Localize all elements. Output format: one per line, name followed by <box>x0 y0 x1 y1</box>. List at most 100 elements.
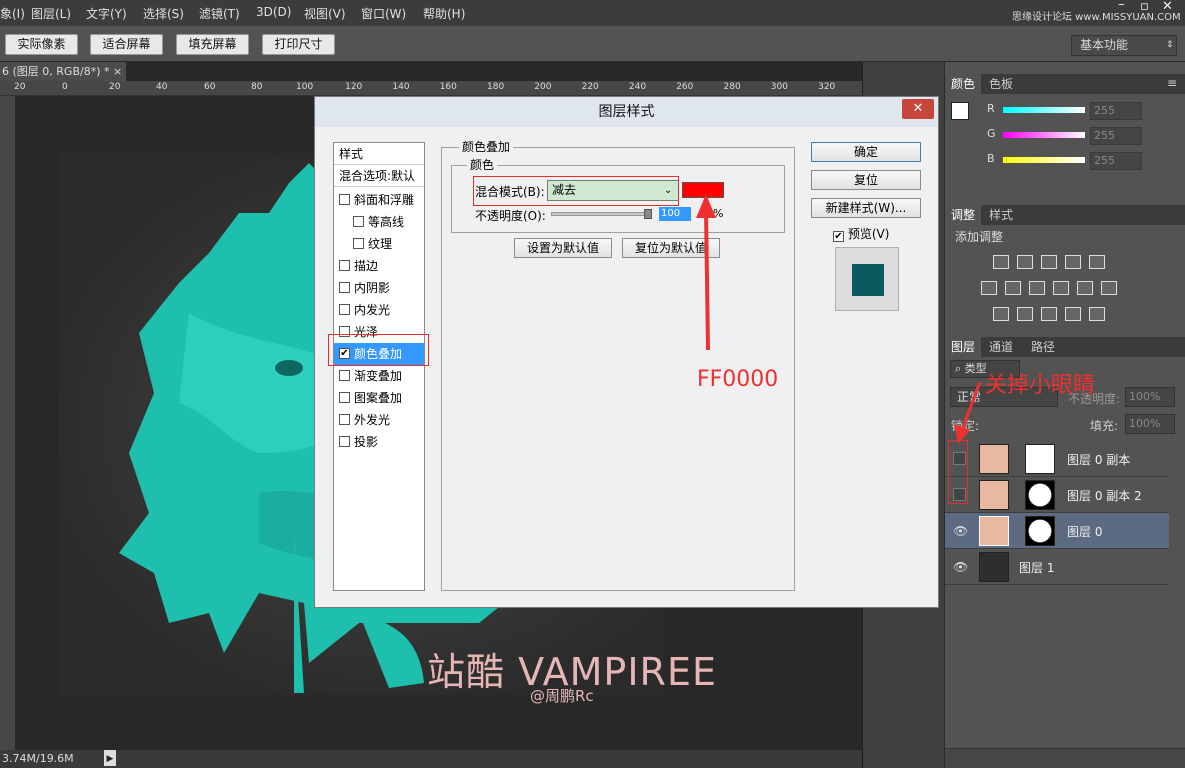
menu-window[interactable]: 窗口(W) <box>361 5 406 22</box>
ruler-tick-label: 200 <box>534 82 552 92</box>
layer-fill-input[interactable]: 100% <box>1125 414 1175 434</box>
adjust-panel-tabs: 调整 样式 <box>945 205 1185 225</box>
hue-saturation-icon[interactable] <box>981 281 997 295</box>
reset-button[interactable]: 复位 <box>811 170 921 190</box>
menu-image[interactable]: 象(I) <box>0 5 25 22</box>
opacity-slider[interactable] <box>551 209 652 219</box>
section-title: 颜色叠加 <box>459 138 514 155</box>
menu-select[interactable]: 选择(S) <box>143 5 184 22</box>
eye-icon[interactable]: 👁 <box>953 524 968 538</box>
options-bar: 实际像素 适合屏幕 填充屏幕 打印尺寸 <box>0 26 1185 62</box>
black-white-icon[interactable] <box>1029 281 1045 295</box>
style-item-bevel[interactable]: 斜面和浮雕 <box>334 189 424 211</box>
checkbox[interactable] <box>339 370 350 381</box>
brightness-icon[interactable] <box>993 255 1009 269</box>
blend-options-item[interactable]: 混合选项:默认 <box>334 165 424 187</box>
ruler-tick-label: 160 <box>439 82 457 92</box>
checkbox[interactable] <box>339 436 350 447</box>
style-item-pattern-overlay[interactable]: 图案叠加 <box>334 387 424 409</box>
document-tab[interactable]: 6 (图层 0, RGB/8*) * × <box>0 62 126 82</box>
artwork-author: @周鹏Rc <box>530 687 594 705</box>
style-item-drop-shadow[interactable]: 投影 <box>334 431 424 453</box>
checkbox-checked[interactable]: ✔ <box>833 231 844 242</box>
checkbox[interactable] <box>339 392 350 403</box>
checkbox[interactable] <box>339 282 350 293</box>
fit-screen-button[interactable]: 适合屏幕 <box>90 34 163 55</box>
menu-layer[interactable]: 图层(L) <box>31 5 71 22</box>
tab-channels[interactable]: 通道 <box>983 337 1019 357</box>
tab-adjustments[interactable]: 调整 <box>945 205 982 225</box>
threshold-icon[interactable] <box>1041 307 1057 321</box>
vibrance-icon[interactable] <box>1089 255 1105 269</box>
curves-icon[interactable] <box>1041 255 1057 269</box>
checkbox[interactable] <box>339 260 350 271</box>
layer-thumbnail <box>979 516 1009 546</box>
print-size-button[interactable]: 打印尺寸 <box>262 34 335 55</box>
style-item-inner-glow[interactable]: 内发光 <box>334 299 424 321</box>
tab-paths[interactable]: 路径 <box>1025 337 1061 357</box>
gradient-map-icon[interactable] <box>1089 307 1105 321</box>
layer-row[interactable]: 图层 0 副本 2 <box>945 477 1169 513</box>
menu-3d[interactable]: 3D(D) <box>256 5 291 19</box>
checkbox[interactable] <box>339 194 350 205</box>
style-item-gradient-overlay[interactable]: 渐变叠加 <box>334 365 424 387</box>
opacity-input[interactable]: 100 <box>659 207 691 221</box>
ruler-tick-label: 260 <box>676 82 694 92</box>
tab-color[interactable]: 颜色 <box>945 74 982 94</box>
style-item-contour[interactable]: 等高线 <box>334 211 424 233</box>
updown-icon: ⇕ <box>1166 40 1174 50</box>
workspace-select[interactable]: 基本功能 ⇕ <box>1071 35 1177 56</box>
preview-checkbox[interactable]: ✔ 预览(V) <box>833 225 889 242</box>
checkbox[interactable] <box>353 216 364 227</box>
channel-mixer-icon[interactable] <box>1077 281 1093 295</box>
maximize-icon[interactable]: ▫ <box>1140 0 1149 14</box>
checkbox[interactable] <box>339 304 350 315</box>
checkbox[interactable] <box>353 238 364 249</box>
layer-thumbnail <box>979 552 1009 582</box>
checkbox[interactable] <box>339 414 350 425</box>
new-style-button[interactable]: 新建样式(W)... <box>811 198 921 218</box>
highlight-eye-toggles <box>948 440 968 504</box>
close-icon[interactable]: ✕ <box>902 99 934 119</box>
tab-styles[interactable]: 样式 <box>983 205 1019 225</box>
set-default-button[interactable]: 设置为默认值 <box>514 238 612 258</box>
levels-icon[interactable] <box>1017 255 1033 269</box>
eye-icon[interactable]: 👁 <box>953 560 968 574</box>
tab-layers[interactable]: 图层 <box>945 337 982 357</box>
style-item-outer-glow[interactable]: 外发光 <box>334 409 424 431</box>
exposure-icon[interactable] <box>1065 255 1081 269</box>
layer-row[interactable]: 👁 图层 1 <box>945 549 1169 585</box>
minimize-icon[interactable]: – <box>1118 0 1125 12</box>
dialog-title: 图层样式 <box>315 97 938 127</box>
tab-close-icon[interactable]: × <box>113 65 122 78</box>
horizontal-ruler: 20 0 20 40 60 80 100 120 140 160 180 200 220 2… <box>0 81 862 96</box>
style-item-stroke[interactable]: 描边 <box>334 255 424 277</box>
layer-mask-thumbnail[interactable] <box>1025 480 1055 510</box>
menu-filter[interactable]: 滤镜(T) <box>199 5 240 22</box>
layer-opacity-input[interactable]: 100% <box>1125 387 1175 407</box>
style-item-texture[interactable]: 纹理 <box>334 233 424 255</box>
menu-view[interactable]: 视图(V) <box>304 5 346 22</box>
slider-thumb[interactable] <box>644 209 652 219</box>
layer-mask-thumbnail[interactable] <box>1025 516 1055 546</box>
fill-screen-button[interactable]: 填充屏幕 <box>176 34 249 55</box>
ruler-tick-label: 140 <box>392 82 410 92</box>
foreground-color-swatch[interactable] <box>951 102 969 120</box>
close-window-icon[interactable]: ✕ <box>1162 0 1173 14</box>
status-menu-arrow-icon[interactable]: ▶ <box>104 750 116 766</box>
actual-pixels-button[interactable]: 实际像素 <box>5 34 78 55</box>
layer-row[interactable]: 👁 图层 0 <box>945 513 1169 549</box>
ok-button[interactable]: 确定 <box>811 142 921 162</box>
color-balance-icon[interactable] <box>1005 281 1021 295</box>
selective-color-icon[interactable] <box>1065 307 1081 321</box>
invert-icon[interactable] <box>993 307 1009 321</box>
tab-swatches[interactable]: 色板 <box>983 74 1019 94</box>
color-lookup-icon[interactable] <box>1101 281 1117 295</box>
photo-filter-icon[interactable] <box>1053 281 1069 295</box>
menu-help[interactable]: 帮助(H) <box>423 5 465 22</box>
style-item-inner-shadow[interactable]: 内阴影 <box>334 277 424 299</box>
posterize-icon[interactable] <box>1017 307 1033 321</box>
layer-mask-thumbnail[interactable] <box>1025 444 1055 474</box>
panel-menu-icon[interactable]: ≡ <box>1167 76 1177 90</box>
menu-type[interactable]: 文字(Y) <box>86 5 127 22</box>
